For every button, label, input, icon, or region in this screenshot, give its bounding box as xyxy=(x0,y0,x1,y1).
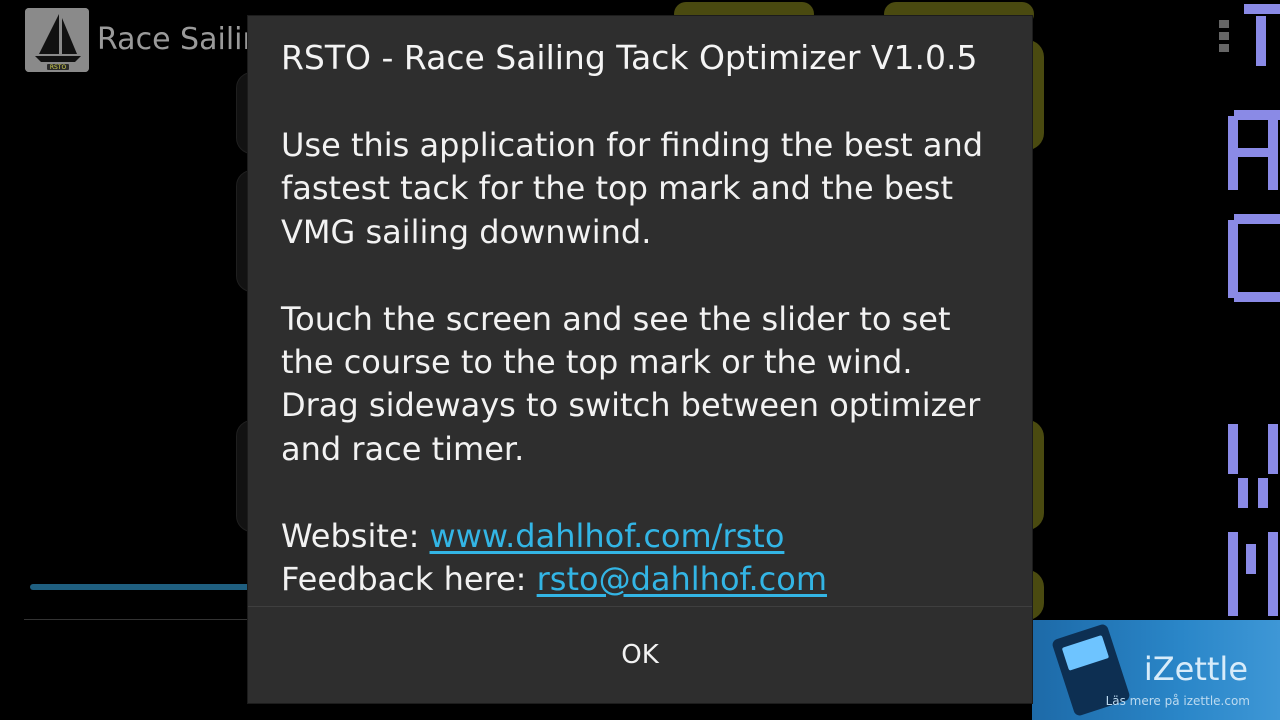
instructions-line: Touch the screen and see the slider to s… xyxy=(281,299,951,338)
dialog-title: RSTO - Race Sailing Tack Optimizer V1.0.… xyxy=(281,38,978,77)
website-label: Website: xyxy=(281,516,430,555)
instructions-paragraph: Touch the screen and see the slider to s… xyxy=(281,298,1011,472)
segment-display-t-icon xyxy=(1226,0,1280,78)
instructions-line: the course to the top mark or the wind. xyxy=(281,343,913,382)
feedback-email-link[interactable]: rsto@dahlhof.com xyxy=(537,560,827,598)
logo-text: RSTO xyxy=(50,64,67,71)
segment-display-v-icon xyxy=(1226,420,1278,516)
ad-subtext: Läs mere på izettle.com xyxy=(1105,694,1250,708)
feedback-row: Feedback here: rsto@dahlhof.com xyxy=(281,558,1011,601)
segment-display-c-icon xyxy=(1226,212,1280,304)
contact-paragraph: Website: www.dahlhof.com/rsto Feedback h… xyxy=(281,515,1011,602)
description-paragraph: Use this application for finding the bes… xyxy=(281,124,1011,254)
segment-display-a-icon xyxy=(1226,108,1280,198)
ok-button[interactable]: OK xyxy=(248,607,1032,703)
feedback-label: Feedback here: xyxy=(281,560,537,599)
ad-brand: iZettle xyxy=(1143,650,1248,688)
website-link[interactable]: www.dahlhof.com/rsto xyxy=(430,517,785,555)
ad-banner[interactable]: iZettle Läs mere på izettle.com xyxy=(1032,620,1280,720)
description-line: fastest tack for the top mark and the be… xyxy=(281,169,954,208)
bg-slider-track[interactable] xyxy=(30,584,260,590)
instructions-line: and race timer. xyxy=(281,429,525,468)
description-line: VMG sailing downwind. xyxy=(281,212,652,251)
instructions-line: Drag sideways to switch between optimize… xyxy=(281,386,981,425)
website-row: Website: www.dahlhof.com/rsto xyxy=(281,515,1011,558)
about-dialog: RSTO - Race Sailing Tack Optimizer V1.0.… xyxy=(248,16,1032,703)
segment-display-m-icon xyxy=(1226,528,1278,620)
app-title: Race Sailin xyxy=(97,22,262,57)
description-line: Use this application for finding the bes… xyxy=(281,126,984,164)
bg-divider xyxy=(24,619,264,620)
dialog-body: Use this application for finding the bes… xyxy=(281,124,1011,601)
sailboat-logo-icon: RSTO xyxy=(25,8,89,72)
